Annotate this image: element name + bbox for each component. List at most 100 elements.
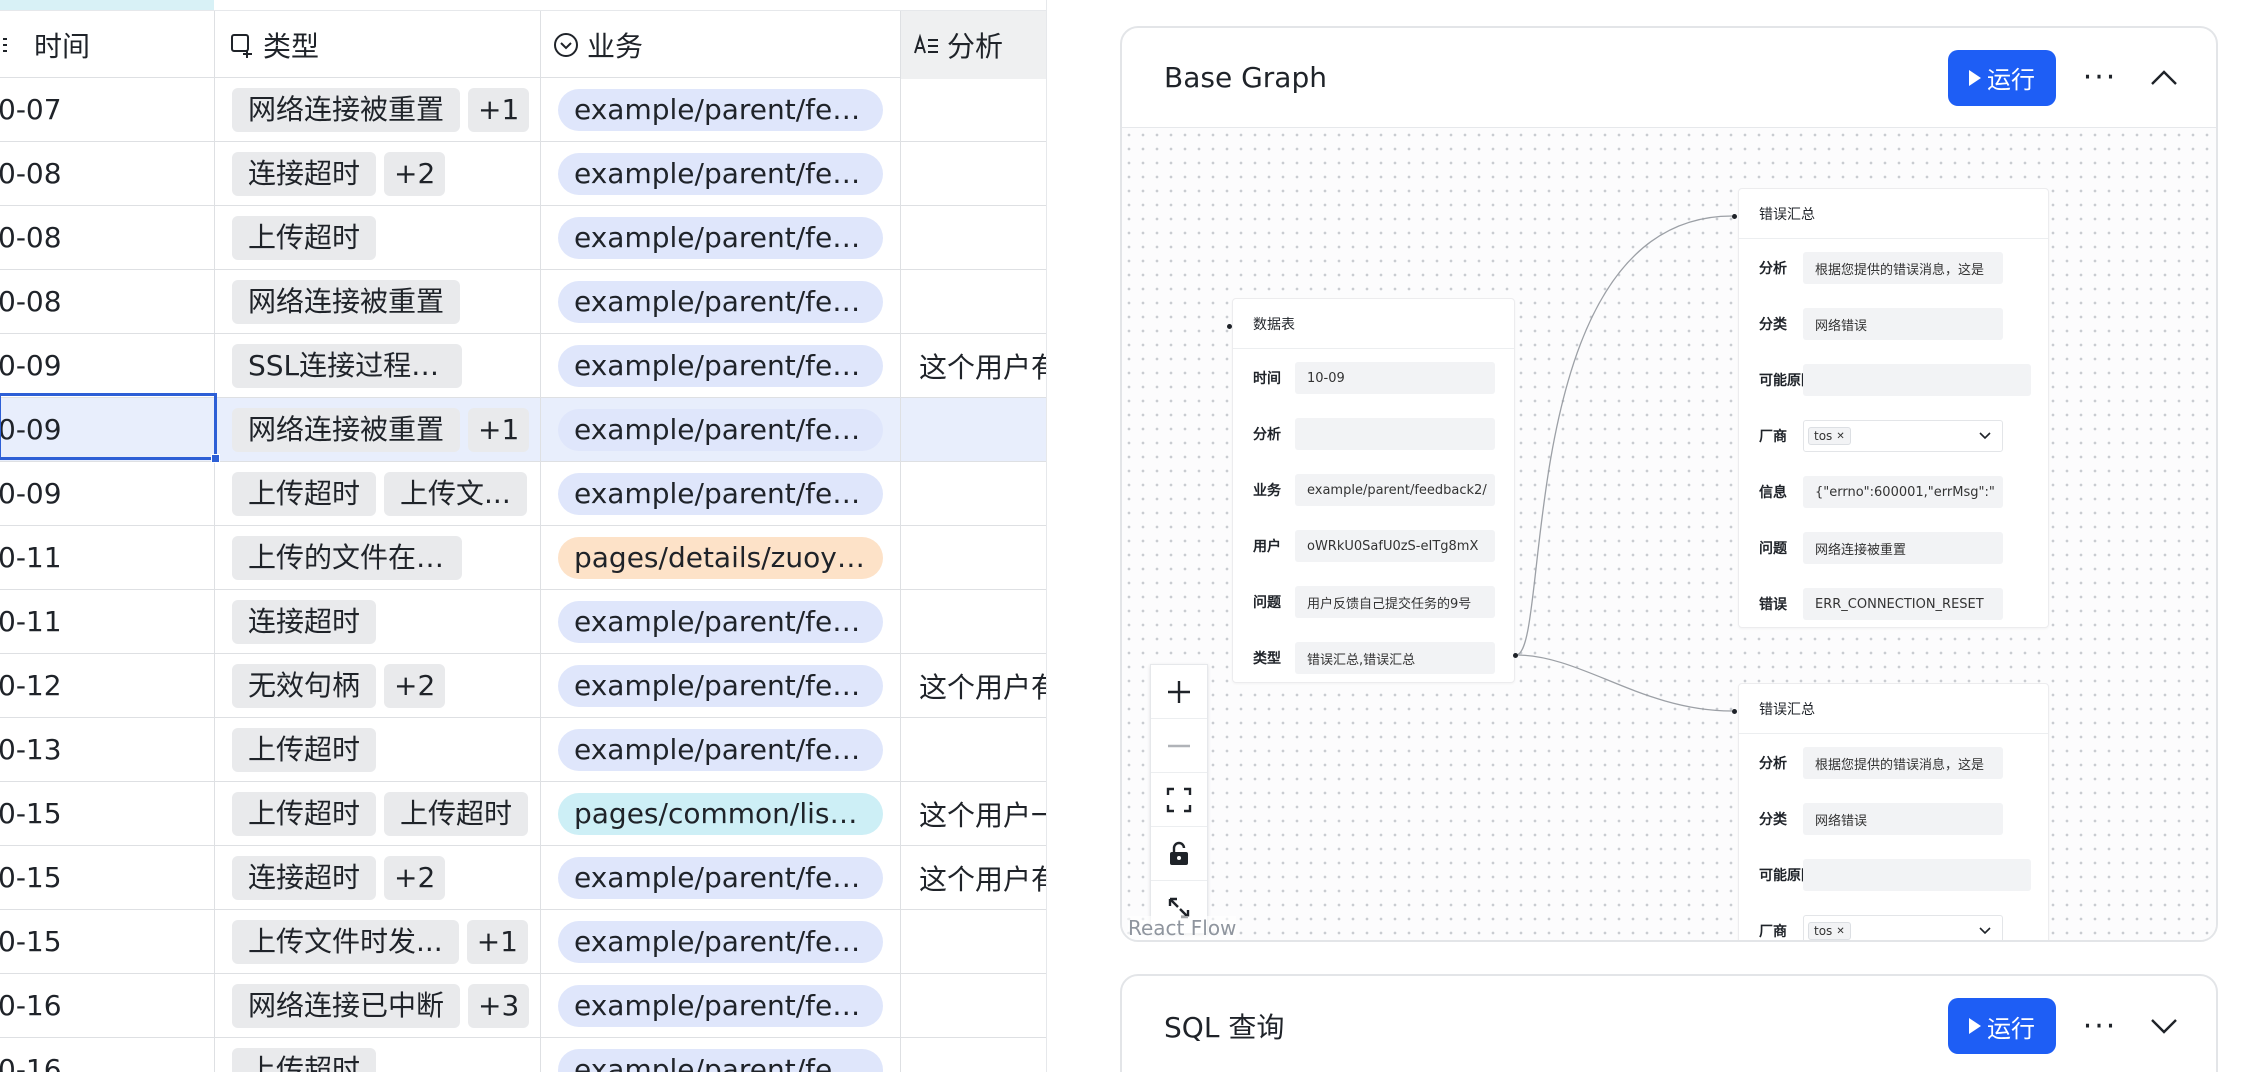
cell-type[interactable]: 网络连接被重置: [215, 270, 541, 333]
cell-analysis[interactable]: [901, 270, 1046, 333]
react-flow-attribution[interactable]: React Flow: [1128, 916, 1237, 940]
cell-analysis[interactable]: [901, 910, 1046, 973]
more-options-icon[interactable]: ···: [2080, 58, 2120, 98]
cell-business[interactable]: example/parent/fee...: [541, 846, 901, 909]
cell-analysis[interactable]: [901, 142, 1046, 205]
cell-type[interactable]: 上传超时 上传文...: [215, 462, 541, 525]
node-input-field[interactable]: example/parent/feedback2/: [1295, 474, 1495, 506]
node-input-field[interactable]: 用户反馈自己提交任务的9号: [1295, 586, 1495, 618]
cell-business[interactable]: example/parent/fee...: [541, 462, 901, 525]
run-button[interactable]: 运行: [1948, 49, 2056, 106]
column-header-time[interactable]: 时间: [0, 11, 215, 79]
cell-time[interactable]: 0-09: [0, 334, 215, 397]
cell-type[interactable]: 网络连接已中断 +3: [215, 974, 541, 1037]
cell-business[interactable]: example/parent/fee...: [541, 142, 901, 205]
cell-type[interactable]: 上传超时 上传超时: [215, 782, 541, 845]
node-input-field[interactable]: {"errno":600001,"errMsg":": [1803, 476, 2003, 508]
table-row[interactable]: 0-08 上传超时 example/parent/fee...: [0, 206, 1046, 270]
table-row[interactable]: 0-08 连接超时 +2 example/parent/fee...: [0, 142, 1046, 206]
table-row[interactable]: 0-11 连接超时 example/parent/fee...: [0, 590, 1046, 654]
cell-business[interactable]: example/parent/fee...: [541, 78, 901, 141]
pane-divider[interactable]: [1046, 0, 1078, 1072]
chip-remove-icon[interactable]: ✕: [1836, 926, 1844, 937]
cell-time[interactable]: 0-13: [0, 718, 215, 781]
run-button[interactable]: 运行: [1948, 998, 2056, 1054]
column-header-analysis[interactable]: 分析: [901, 11, 1046, 79]
cell-time[interactable]: 0-11: [0, 526, 215, 589]
node-input-field[interactable]: 根据您提供的错误消息，这是: [1803, 252, 2003, 284]
cell-business[interactable]: pages/details/zuoye...: [541, 526, 901, 589]
cell-analysis[interactable]: [901, 526, 1046, 589]
node-input-field[interactable]: 网络错误: [1803, 803, 2003, 835]
zoom-out-button[interactable]: [1151, 719, 1207, 773]
cell-analysis[interactable]: [901, 78, 1046, 141]
table-row[interactable]: 0-09 上传超时 上传文... example/parent/fee...: [0, 462, 1046, 526]
table-row[interactable]: 0-13 上传超时 example/parent/fee...: [0, 718, 1046, 782]
cell-type[interactable]: 连接超时 +2: [215, 846, 541, 909]
cell-analysis[interactable]: 这个用户有: [901, 334, 1046, 397]
cell-type[interactable]: 连接超时 +2: [215, 142, 541, 205]
cell-business[interactable]: example/parent/fee...: [541, 206, 901, 269]
cell-time[interactable]: 0-16: [0, 974, 215, 1037]
cell-analysis[interactable]: [901, 206, 1046, 269]
cell-type[interactable]: 上传超时: [215, 1038, 541, 1072]
cell-analysis[interactable]: 这个用户有: [901, 654, 1046, 717]
cell-type[interactable]: 上传超时: [215, 206, 541, 269]
cell-time[interactable]: 0-09: [0, 398, 215, 461]
node-input-field[interactable]: 根据您提供的错误消息，这是: [1803, 747, 2003, 779]
table-row[interactable]: 0-15 连接超时 +2 example/parent/fee... 这个用户有: [0, 846, 1046, 910]
cell-type[interactable]: 上传超时: [215, 718, 541, 781]
cell-type[interactable]: SSL连接过程中发...: [215, 334, 541, 397]
cell-time[interactable]: 0-08: [0, 206, 215, 269]
cell-analysis[interactable]: 这个用户有: [901, 846, 1046, 909]
cell-time[interactable]: 0-09: [0, 462, 215, 525]
chevron-up-icon[interactable]: [2144, 58, 2184, 98]
fit-view-button[interactable]: [1151, 773, 1207, 827]
cell-time[interactable]: 0-08: [0, 270, 215, 333]
cell-type[interactable]: 连接超时: [215, 590, 541, 653]
fill-handle[interactable]: [211, 454, 220, 463]
cell-type[interactable]: 上传文件时发... +1: [215, 910, 541, 973]
table-row[interactable]: 0-16 网络连接已中断 +3 example/parent/fee...: [0, 974, 1046, 1038]
cell-analysis[interactable]: [901, 718, 1046, 781]
cell-business[interactable]: example/parent/fee...: [541, 334, 901, 397]
table-row[interactable]: 0-16 上传超时 example/parent/fee...: [0, 1038, 1046, 1072]
cell-analysis[interactable]: [901, 398, 1046, 461]
cell-time[interactable]: 0-11: [0, 590, 215, 653]
cell-business[interactable]: example/parent/fee...: [541, 398, 901, 461]
zoom-in-button[interactable]: [1151, 665, 1207, 719]
node-input-field[interactable]: [1295, 418, 1495, 450]
chevron-down-icon[interactable]: [2144, 1006, 2184, 1046]
column-header-type[interactable]: 类型: [215, 11, 541, 79]
more-options-icon[interactable]: ···: [2080, 1006, 2120, 1046]
column-header-business[interactable]: 业务: [541, 11, 901, 79]
node-input-handle[interactable]: [1227, 324, 1232, 329]
node-input-field[interactable]: 网络错误: [1803, 308, 2003, 340]
node-input-field[interactable]: ERR_CONNECTION_RESET: [1803, 588, 2003, 620]
cell-analysis[interactable]: 这个用户一: [901, 782, 1046, 845]
target-node-error-summary-1[interactable]: 错误汇总 分析 根据您提供的错误消息，这是 分类 网络错误 可能原因 厂商 tos ✕ 信息 {"…: [1738, 188, 2049, 628]
cell-business[interactable]: pages/common/liste...: [541, 782, 901, 845]
node-input-field[interactable]: [1803, 364, 2031, 396]
node-input-field[interactable]: 网络连接被重置: [1803, 532, 2003, 564]
cell-time[interactable]: 0-12: [0, 654, 215, 717]
cell-analysis[interactable]: [901, 590, 1046, 653]
cell-business[interactable]: example/parent/fee...: [541, 718, 901, 781]
table-row[interactable]: 0-08 网络连接被重置 example/parent/fee...: [0, 270, 1046, 334]
node-input-handle[interactable]: [1732, 709, 1737, 714]
cell-time[interactable]: 0-08: [0, 142, 215, 205]
cell-business[interactable]: example/parent/fee...: [541, 974, 901, 1037]
cell-business[interactable]: example/parent/fee...: [541, 590, 901, 653]
flow-canvas[interactable]: 数据表 时间 10-09 分析 业务 example/parent/feedback2/…: [1122, 128, 2216, 940]
node-input-field[interactable]: 错误汇总,错误汇总: [1295, 642, 1495, 674]
cell-business[interactable]: example/parent/fee...: [541, 270, 901, 333]
table-row[interactable]: 0-11 上传的文件在设备... pages/details/zuoye...: [0, 526, 1046, 590]
cell-type[interactable]: 上传的文件在设备...: [215, 526, 541, 589]
node-select-field[interactable]: tos ✕: [1803, 420, 2003, 452]
cell-time[interactable]: 0-16: [0, 1038, 215, 1072]
node-input-field[interactable]: [1803, 859, 2031, 891]
cell-time[interactable]: 0-15: [0, 846, 215, 909]
cell-business[interactable]: example/parent/fee...: [541, 654, 901, 717]
node-output-handle[interactable]: [1513, 653, 1518, 658]
cell-time[interactable]: 0-15: [0, 782, 215, 845]
